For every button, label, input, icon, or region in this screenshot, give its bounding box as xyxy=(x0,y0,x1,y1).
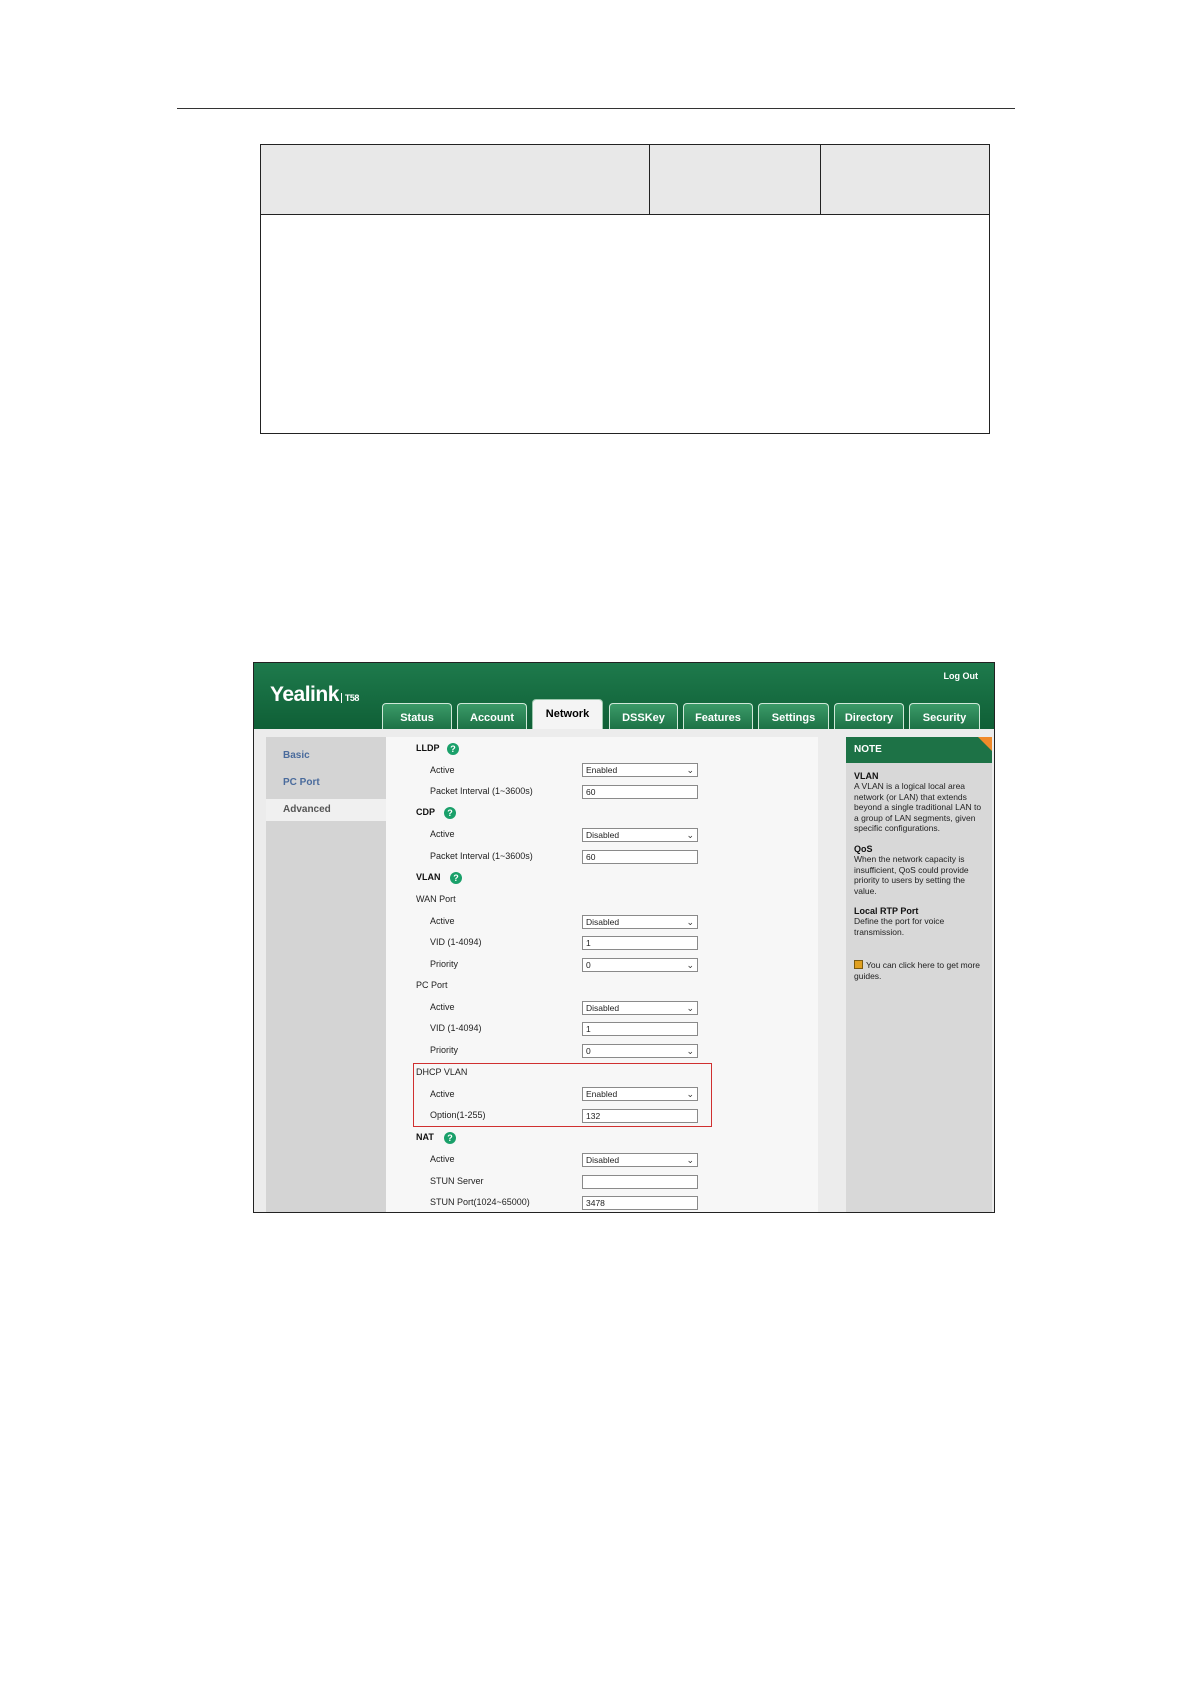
tab-account[interactable]: Account xyxy=(457,703,527,729)
dhcp-vlan-active-label: Active xyxy=(430,1089,455,1099)
note-qos-title: QoS xyxy=(854,844,873,854)
lldp-active-select[interactable]: Enabled ⌄ xyxy=(582,763,698,777)
wan-active-label: Active xyxy=(430,916,455,926)
wan-priority-label: Priority xyxy=(430,959,459,969)
tab-features[interactable]: Features xyxy=(683,703,753,729)
pc-active-label: Active xyxy=(430,1002,455,1012)
dhcp-vlan-title: DHCP VLAN xyxy=(416,1067,468,1077)
stun-port-label: STUN Port(1024~65000) xyxy=(430,1197,530,1207)
tab-dsskey[interactable]: DSSKey xyxy=(609,703,678,729)
cdp-interval-input[interactable]: 60 xyxy=(582,850,698,864)
nat-active-label: Active xyxy=(430,1154,455,1164)
vlan-title: VLAN xyxy=(416,872,441,882)
lldp-interval-input[interactable]: 60 xyxy=(582,785,698,799)
tab-security[interactable]: Security xyxy=(909,703,980,729)
table-header-row xyxy=(261,145,989,215)
pc-priority-label: Priority xyxy=(430,1045,459,1055)
wan-vid-label: VID (1-4094) xyxy=(430,937,482,947)
help-icon[interactable]: ? xyxy=(444,1132,456,1144)
pc-active-select[interactable]: Disabled ⌄ xyxy=(582,1001,698,1015)
note-guide-link[interactable]: You can click here to get more guides. xyxy=(854,960,984,981)
wan-active-select[interactable]: Disabled ⌄ xyxy=(582,915,698,929)
dhcp-vlan-option-input[interactable]: 132 xyxy=(582,1109,698,1123)
wan-priority-select[interactable]: 0 ⌄ xyxy=(582,958,698,972)
table-column-divider xyxy=(649,145,650,215)
sidebar: Basic PC Port Advanced xyxy=(266,737,386,1212)
chevron-down-icon: ⌄ xyxy=(686,830,694,840)
note-header: NOTE xyxy=(846,737,992,763)
tab-network[interactable]: Network xyxy=(532,699,603,729)
logout-link[interactable]: Log Out xyxy=(944,671,979,681)
cdp-title: CDP xyxy=(416,807,436,817)
web-ui-screenshot: Yealink T58 Log Out Status Account Networ… xyxy=(253,662,995,1213)
stun-port-input[interactable]: 3478 xyxy=(582,1196,698,1210)
tab-settings[interactable]: Settings xyxy=(758,703,829,729)
parameter-table xyxy=(260,144,990,434)
chevron-down-icon: ⌄ xyxy=(686,1155,694,1165)
pc-port-label: PC Port xyxy=(416,980,448,990)
note-rtp-title: Local RTP Port xyxy=(854,906,919,916)
model-label: T58 xyxy=(340,693,359,703)
settings-form: LLDP ? Active Enabled ⌄ Packet Interval (… xyxy=(386,737,818,1212)
sidebar-item-pc-port[interactable]: PC Port xyxy=(266,772,386,794)
note-rtp-text: Define the port for voice transmission. xyxy=(854,916,945,937)
tab-status[interactable]: Status xyxy=(382,703,452,729)
sidebar-item-basic[interactable]: Basic xyxy=(266,745,386,767)
note-vlan-title: VLAN xyxy=(854,771,879,781)
chevron-down-icon: ⌄ xyxy=(686,960,694,970)
chevron-down-icon: ⌄ xyxy=(686,765,694,775)
dhcp-vlan-active-select[interactable]: Enabled ⌄ xyxy=(582,1087,698,1101)
cdp-interval-label: Packet Interval (1~3600s) xyxy=(430,851,533,861)
help-icon[interactable]: ? xyxy=(444,807,456,819)
pc-priority-select[interactable]: 0 ⌄ xyxy=(582,1044,698,1058)
cdp-active-select[interactable]: Disabled ⌄ xyxy=(582,828,698,842)
chevron-down-icon: ⌄ xyxy=(686,1046,694,1056)
dhcp-vlan-option-label: Option(1-255) xyxy=(430,1110,486,1120)
help-icon[interactable]: ? xyxy=(447,743,459,755)
chevron-down-icon: ⌄ xyxy=(686,917,694,927)
wan-port-label: WAN Port xyxy=(416,894,456,904)
pc-vid-input[interactable]: 1 xyxy=(582,1022,698,1036)
nat-title: NAT xyxy=(416,1132,434,1142)
chevron-down-icon: ⌄ xyxy=(686,1003,694,1013)
note-panel: NOTE VLAN A VLAN is a logical local area… xyxy=(846,737,992,1212)
top-banner: Yealink T58 Log Out Status Account Networ… xyxy=(254,663,994,729)
stun-server-input[interactable] xyxy=(582,1175,698,1189)
lldp-active-label: Active xyxy=(430,765,455,775)
note-vlan-text: A VLAN is a logical local area network (… xyxy=(854,781,982,833)
header-rule xyxy=(177,108,1015,109)
pc-vid-label: VID (1-4094) xyxy=(430,1023,482,1033)
wan-vid-input[interactable]: 1 xyxy=(582,936,698,950)
table-column-divider xyxy=(820,145,821,215)
help-icon[interactable]: ? xyxy=(450,872,462,884)
sidebar-item-advanced[interactable]: Advanced xyxy=(266,799,386,821)
lldp-interval-label: Packet Interval (1~3600s) xyxy=(430,786,533,796)
chevron-down-icon: ⌄ xyxy=(686,1089,694,1099)
cdp-active-label: Active xyxy=(430,829,455,839)
lldp-title: LLDP xyxy=(416,743,440,753)
note-qos-text: When the network capacity is insufficien… xyxy=(854,854,969,896)
nat-active-select[interactable]: Disabled ⌄ xyxy=(582,1153,698,1167)
note-corner-flag xyxy=(978,737,992,751)
tab-directory[interactable]: Directory xyxy=(834,703,904,729)
guide-book-icon xyxy=(854,960,863,969)
stun-server-label: STUN Server xyxy=(430,1176,484,1186)
brand-logo: Yealink T58 xyxy=(270,683,359,706)
